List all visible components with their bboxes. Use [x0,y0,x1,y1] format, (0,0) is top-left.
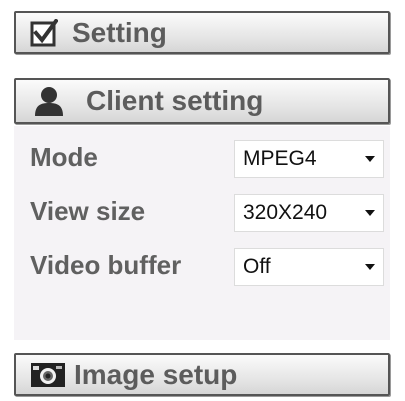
mode-select[interactable]: MPEG4 [234,140,384,178]
camera-icon [30,361,66,389]
video-buffer-select[interactable]: Off [234,248,384,286]
mode-row: Mode MPEG4 [14,140,390,178]
person-icon [34,85,64,117]
video-buffer-row: Video buffer Off [14,248,390,286]
view-size-select-value: 320X240 [243,201,328,224]
setting-button[interactable]: Setting [14,11,390,54]
chevron-down-icon [357,209,383,217]
setting-label: Setting [72,16,167,48]
video-buffer-label: Video buffer [30,250,182,280]
chevron-down-icon [357,263,383,271]
video-buffer-select-value: Off [243,255,271,278]
mode-select-value: MPEG4 [243,147,317,170]
client-setting-button[interactable]: Client setting [14,78,390,124]
image-setup-label: Image setup [74,358,238,390]
view-size-row: View size 320X240 [14,194,390,232]
checkbox-checked-icon [30,18,58,47]
image-setup-button[interactable]: Image setup [14,353,390,396]
mode-label: Mode [30,142,98,172]
view-size-select[interactable]: 320X240 [234,194,384,232]
client-setting-label: Client setting [86,85,264,116]
client-settings-panel: Mode MPEG4 View size 320X240 Video buffe… [14,126,390,340]
chevron-down-icon [357,155,383,163]
view-size-label: View size [30,196,146,226]
